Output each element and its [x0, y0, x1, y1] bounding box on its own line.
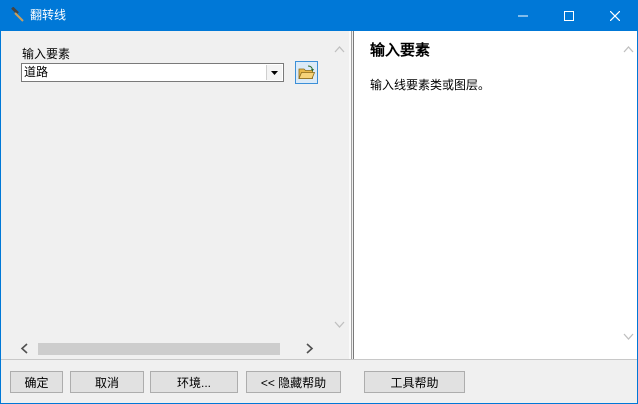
scroll-left-icon	[20, 343, 28, 354]
help-pane: 输入要素 输入线要素类或图层。	[353, 31, 637, 359]
help-text: 输入线要素类或图层。	[370, 78, 491, 92]
minimize-icon	[518, 15, 528, 16]
title-bar[interactable]: 翻转线	[0, 0, 638, 31]
maximize-icon	[564, 10, 574, 21]
close-button[interactable]	[592, 0, 638, 31]
environments-button[interactable]: 环境...	[150, 371, 238, 393]
button-bar: 确定 取消 环境... << 隐藏帮助 工具帮助	[1, 359, 637, 403]
help-title: 输入要素	[370, 41, 431, 59]
input-features-combo[interactable]: 道路	[21, 63, 284, 82]
combo-dropdown-button[interactable]	[266, 65, 282, 80]
parameters-pane: 输入要素 道路	[1, 31, 349, 359]
window-title: 翻转线	[30, 8, 67, 22]
cancel-button[interactable]: 取消	[70, 371, 144, 393]
browse-button[interactable]	[295, 61, 318, 84]
scroll-up-icon	[334, 46, 345, 53]
maximize-button[interactable]	[546, 0, 592, 31]
dialog-client: 输入要素 道路 输入要素 输入线要素类或图层。 确定 取消 环境... << 隐…	[1, 31, 637, 403]
scroll-right-icon	[306, 343, 314, 354]
hammer-icon	[11, 7, 24, 22]
open-folder-icon	[298, 65, 316, 79]
close-icon	[610, 10, 620, 21]
dialog-window: 翻转线 输入要素 道路 输入要素 输入线要素类或图层。 确定 取消 环境... …	[0, 0, 638, 404]
tool-help-button[interactable]: 工具帮助	[364, 371, 465, 393]
input-features-label: 输入要素	[22, 47, 71, 61]
minimize-button[interactable]	[500, 0, 546, 31]
horizontal-scroll-thumb[interactable]	[38, 343, 280, 355]
help-vertical-scrollbar[interactable]	[620, 43, 637, 343]
ok-button[interactable]: 确定	[10, 371, 63, 393]
pane-splitter[interactable]	[349, 31, 352, 359]
scroll-down-icon	[623, 333, 634, 340]
input-features-value: 道路	[24, 65, 49, 79]
scroll-down-icon	[334, 321, 345, 328]
hide-help-button[interactable]: << 隐藏帮助	[246, 371, 341, 393]
chevron-down-icon	[271, 71, 278, 75]
scroll-up-icon	[623, 46, 634, 53]
parameters-vertical-scrollbar[interactable]	[332, 43, 347, 331]
parameters-horizontal-scrollbar[interactable]	[15, 340, 317, 357]
